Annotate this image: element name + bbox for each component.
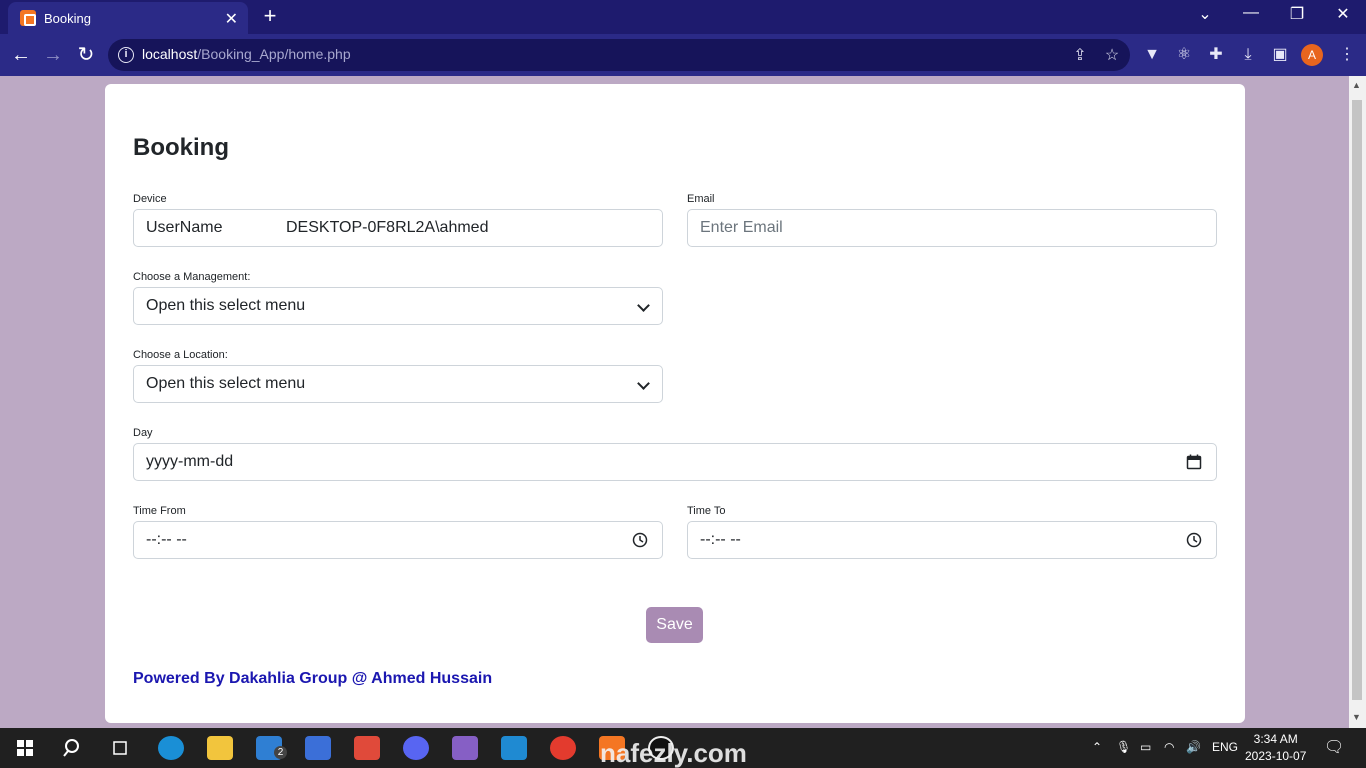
share-icon[interactable]: ⇪ bbox=[1070, 45, 1090, 65]
profile-avatar[interactable]: A bbox=[1301, 44, 1323, 66]
mail-icon[interactable]: 2 bbox=[256, 736, 287, 760]
tab-title: Booking bbox=[44, 10, 91, 26]
time-to-label: Time To bbox=[687, 505, 726, 517]
menu-kebab-icon[interactable]: ⋮ bbox=[1336, 44, 1358, 66]
address-bar[interactable]: i localhost/Booking_App/home.php ⇪ ☆ bbox=[108, 39, 1130, 71]
wifi-icon[interactable]: ◠ bbox=[1164, 740, 1174, 754]
system-clock[interactable]: 3:34 AM 2023-10-07 bbox=[1245, 731, 1306, 765]
bookmark-star-icon[interactable]: ☆ bbox=[1102, 45, 1122, 65]
management-label: Choose a Management: bbox=[133, 271, 251, 283]
task-view-icon[interactable] bbox=[107, 736, 133, 760]
tray-chevron-up-icon[interactable]: ⌃ bbox=[1092, 740, 1102, 754]
tab-search-icon[interactable]: ⌄ bbox=[1182, 4, 1228, 24]
windows-start-icon[interactable] bbox=[12, 736, 38, 760]
visual-studio-icon[interactable] bbox=[452, 736, 478, 760]
page-title: Booking bbox=[133, 134, 229, 161]
minimize-button[interactable]: — bbox=[1228, 4, 1274, 22]
clock-icon[interactable] bbox=[632, 532, 648, 548]
edge-browser-icon[interactable] bbox=[158, 736, 184, 760]
extensions-puzzle-icon[interactable]: ✚ bbox=[1205, 44, 1227, 66]
xampp-favicon-icon bbox=[20, 10, 36, 26]
close-window-button[interactable]: ✕ bbox=[1320, 4, 1366, 24]
browser-toolbar: ← → ↻ i localhost/Booking_App/home.php ⇪… bbox=[0, 34, 1366, 76]
chevron-down-icon bbox=[637, 299, 650, 312]
scrollbar-thumb[interactable] bbox=[1352, 100, 1362, 700]
device-prefix: UserName bbox=[146, 219, 223, 236]
time-from-label: Time From bbox=[133, 505, 186, 517]
microphone-icon[interactable]: 🎙 bbox=[1116, 740, 1131, 754]
browser-tabstrip: Booking ✕ + ⌄ — ❐ ✕ bbox=[0, 0, 1366, 34]
bing-copilot-icon[interactable] bbox=[305, 736, 331, 760]
tab-close-icon[interactable]: ✕ bbox=[225, 9, 238, 29]
language-indicator[interactable]: ENG bbox=[1212, 740, 1238, 754]
reload-icon[interactable]: ↻ bbox=[73, 42, 99, 68]
file-explorer-icon[interactable] bbox=[207, 736, 233, 760]
location-selected: Open this select menu bbox=[146, 375, 306, 392]
vue-devtools-extension-icon[interactable]: ▼ bbox=[1141, 44, 1163, 66]
react-devtools-extension-icon[interactable]: ⚛ bbox=[1173, 44, 1195, 66]
email-placeholder: Enter Email bbox=[700, 219, 783, 236]
battery-icon[interactable]: ▭ bbox=[1140, 740, 1151, 754]
page-scrollbar[interactable]: ▲ ▼ bbox=[1349, 76, 1366, 728]
day-date-input[interactable]: yyyy-mm-dd bbox=[133, 443, 1217, 481]
mail-badge: 2 bbox=[274, 746, 287, 759]
scroll-down-icon[interactable]: ▼ bbox=[1352, 712, 1361, 722]
watermark: nafezly.com bbox=[600, 738, 747, 768]
site-info-icon[interactable]: i bbox=[118, 47, 134, 63]
time-from-placeholder: --:-- -- bbox=[146, 531, 187, 548]
booking-card: Booking Device UserName DESKTOP-0F8RL2A\… bbox=[105, 84, 1245, 723]
volume-icon[interactable]: 🔊 bbox=[1186, 740, 1201, 754]
microsoft-store-icon[interactable] bbox=[354, 736, 380, 760]
location-select[interactable]: Open this select menu bbox=[133, 365, 663, 403]
day-label: Day bbox=[133, 427, 153, 439]
time-from-input[interactable]: --:-- -- bbox=[133, 521, 663, 559]
back-icon[interactable]: ← bbox=[8, 42, 34, 68]
side-panel-icon[interactable]: ▣ bbox=[1269, 44, 1291, 66]
email-field[interactable]: Enter Email bbox=[687, 209, 1217, 247]
forward-icon[interactable]: → bbox=[40, 42, 66, 68]
email-label: Email bbox=[687, 193, 715, 205]
management-select[interactable]: Open this select menu bbox=[133, 287, 663, 325]
discord-icon[interactable] bbox=[403, 736, 429, 760]
location-label: Choose a Location: bbox=[133, 349, 228, 361]
restore-button[interactable]: ❐ bbox=[1274, 4, 1320, 24]
url-text[interactable]: localhost/Booking_App/home.php bbox=[142, 46, 351, 62]
download-icon[interactable]: ⤓ bbox=[1237, 44, 1259, 66]
footer-credit: Powered By Dakahlia Group @ Ahmed Hussai… bbox=[133, 670, 493, 687]
device-label: Device bbox=[133, 193, 167, 205]
time-to-input[interactable]: --:-- -- bbox=[687, 521, 1217, 559]
chevron-down-icon bbox=[637, 377, 650, 390]
vscode-icon[interactable] bbox=[501, 736, 527, 760]
new-tab-button[interactable]: + bbox=[258, 3, 282, 29]
clock-icon[interactable] bbox=[1186, 532, 1202, 548]
notifications-icon[interactable]: 🗨 bbox=[1324, 737, 1344, 757]
clock-date: 2023-10-07 bbox=[1245, 749, 1307, 763]
time-to-placeholder: --:-- -- bbox=[700, 531, 741, 548]
day-placeholder: yyyy-mm-dd bbox=[146, 453, 234, 470]
device-value: DESKTOP-0F8RL2A\ahmed bbox=[286, 219, 489, 236]
device-field[interactable]: UserName DESKTOP-0F8RL2A\ahmed bbox=[133, 209, 663, 247]
search-icon[interactable] bbox=[59, 736, 85, 760]
management-selected: Open this select menu bbox=[146, 297, 306, 314]
tab-booking[interactable]: Booking ✕ bbox=[8, 2, 248, 34]
scroll-up-icon[interactable]: ▲ bbox=[1352, 80, 1361, 90]
save-button[interactable]: Save bbox=[646, 607, 703, 643]
calendar-icon[interactable] bbox=[1186, 454, 1202, 470]
chrome-icon[interactable] bbox=[550, 736, 576, 760]
clock-time: 3:34 AM bbox=[1253, 732, 1298, 746]
